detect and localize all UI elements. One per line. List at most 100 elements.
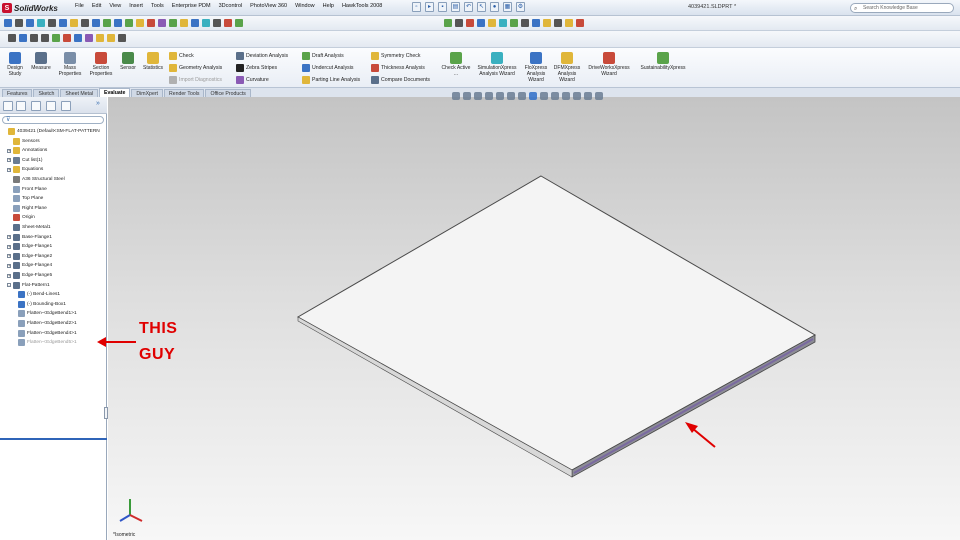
feature-filter-input[interactable]: ⊽ [2,116,104,124]
geometry-analysis-button[interactable]: Geometry Analysis [169,64,222,72]
undo-icon[interactable]: ↶ [464,2,473,12]
tree-node[interactable]: + Annotations [7,146,47,155]
tree-node[interactable]: + Base-Flange1 [7,233,52,242]
open-folder-icon[interactable]: ▸ [425,2,434,12]
tree-node[interactable]: Flatten-<EdgeBend2>1 [12,319,77,328]
check-active-button[interactable]: Check Active ... [441,52,471,77]
section-properties-button[interactable]: Section Properties [87,52,115,77]
scene-icon[interactable] [74,34,82,42]
rectangle-icon[interactable] [26,19,34,27]
extrude-icon[interactable] [125,19,133,27]
sensor-button[interactable]: Sensor [117,52,139,71]
menu-enterprise-pdm[interactable]: Enterprise PDM [172,3,211,9]
collapse-panel-icon[interactable]: » [96,100,100,107]
tree-node[interactable]: + Edge-Flange5 [7,271,52,280]
tab-office-products[interactable]: Office Products [205,89,251,97]
stop-macro-icon[interactable] [455,19,463,27]
arc-icon[interactable] [48,19,56,27]
tree-node[interactable]: Sheet-Metal1 [7,223,51,232]
select-arrow-icon[interactable] [92,19,100,27]
menu-insert[interactable]: Insert [129,3,143,9]
tree-node[interactable]: (-) Bounding-Box1 [12,300,66,309]
expand-node-icon[interactable]: + [7,263,11,268]
design-study-button[interactable]: Design Study [4,52,26,77]
menu-edit[interactable]: Edit [92,3,101,9]
tree-node[interactable]: Origin [7,213,35,222]
collapse-node-icon[interactable]: - [7,283,11,288]
rollback-bar[interactable] [0,438,107,440]
expand-node-icon[interactable]: + [7,273,11,278]
rib-icon[interactable] [180,19,188,27]
tree-node[interactable]: Flatten-<EdgeBend4>1 [12,329,77,338]
menu-window[interactable]: Window [295,3,315,9]
smart-dimension-icon[interactable] [103,19,111,27]
dimxpertmanager-tab-icon[interactable] [46,101,56,111]
featuremanager-tab-icon[interactable] [3,101,13,111]
realview-icon[interactable] [595,92,603,100]
tree-node[interactable]: Flatten-<EdgeBend1>1 [12,309,77,318]
render-icon[interactable] [96,34,104,42]
mass-properties-button[interactable]: Mass Properties [56,52,84,77]
view-orientation-icon[interactable] [529,92,537,100]
rebuild-icon[interactable]: ● [490,2,499,12]
menu-help[interactable]: Help [323,3,334,9]
expand-node-icon[interactable]: + [7,148,11,153]
undercut-analysis-button[interactable]: Undercut Analysis [302,64,354,72]
tab-dimxpert[interactable]: DimXpert [131,89,163,97]
render-options-icon[interactable] [118,34,126,42]
floxpress-button[interactable]: FloXpress Analysis Wizard [522,52,550,83]
expand-node-icon[interactable]: + [7,235,11,240]
grid-icon[interactable] [19,34,27,42]
section-view-icon[interactable] [518,92,526,100]
knowledge-base-search[interactable]: ⌕ Search Knowledge Base [850,3,954,13]
appearance-manager-tab-icon[interactable] [61,101,71,111]
expand-node-icon[interactable]: + [7,254,11,259]
print-icon[interactable]: ▤ [451,2,460,12]
camera-icon[interactable] [41,34,49,42]
tree-node[interactable]: 4039421 (Default<SM-FLAT-PATTERN [2,127,100,136]
macro-help-icon[interactable] [532,19,540,27]
rotate-view-icon[interactable] [496,92,504,100]
circle-icon[interactable] [37,19,45,27]
select-icon[interactable]: ↖ [477,2,486,12]
new-document-icon[interactable]: ▫ [412,2,421,12]
options-icon[interactable]: ⚙ [516,2,525,12]
tab-sheet-metal[interactable]: Sheet Metal [60,89,99,97]
macro-button-icon[interactable] [510,19,518,27]
macro-options-icon[interactable] [543,19,551,27]
menu-photoview[interactable]: PhotoView 360 [250,3,287,9]
import-diagnostics-button[interactable]: Import Diagnostics [169,76,222,84]
measure-button[interactable]: Measure [29,52,53,71]
relations-icon[interactable] [114,19,122,27]
light-icon[interactable] [63,34,71,42]
plate-top-face[interactable] [296,175,817,471]
tree-node[interactable]: Sensors [7,137,40,146]
tab-evaluate[interactable]: Evaluate [99,88,131,97]
tree-node[interactable]: Front Plane [7,185,47,194]
menu-hawktools[interactable]: HawkTools 2008 [342,3,382,9]
sketch-icon[interactable] [4,19,12,27]
decal-icon[interactable] [85,34,93,42]
macro-settings-icon[interactable] [521,19,529,27]
new-macro-icon[interactable] [477,19,485,27]
record-macro-icon[interactable] [466,19,474,27]
point-icon[interactable] [81,19,89,27]
pan-icon[interactable] [507,92,515,100]
pattern-icon[interactable] [191,19,199,27]
tree-node[interactable]: + Cut list(1) [7,156,43,165]
cut-icon[interactable] [224,19,232,27]
zoom-to-fit-icon[interactable] [452,92,460,100]
hole-icon[interactable] [213,19,221,27]
shell-icon[interactable] [169,19,177,27]
file-properties-icon[interactable]: ▦ [503,2,512,12]
display-style-icon[interactable] [540,92,548,100]
sustainabilityxpress-button[interactable]: SustainabilityXpress [637,52,689,71]
deviation-analysis-button[interactable]: Deviation Analysis [236,52,288,60]
polygon-icon[interactable] [59,19,67,27]
save-icon[interactable]: ▪ [438,2,447,12]
tree-node[interactable]: Top Plane [7,194,43,203]
macro-run-all-icon[interactable] [554,19,562,27]
line-icon[interactable] [15,19,23,27]
render-region-icon[interactable] [107,34,115,42]
customize-macro-icon[interactable] [499,19,507,27]
